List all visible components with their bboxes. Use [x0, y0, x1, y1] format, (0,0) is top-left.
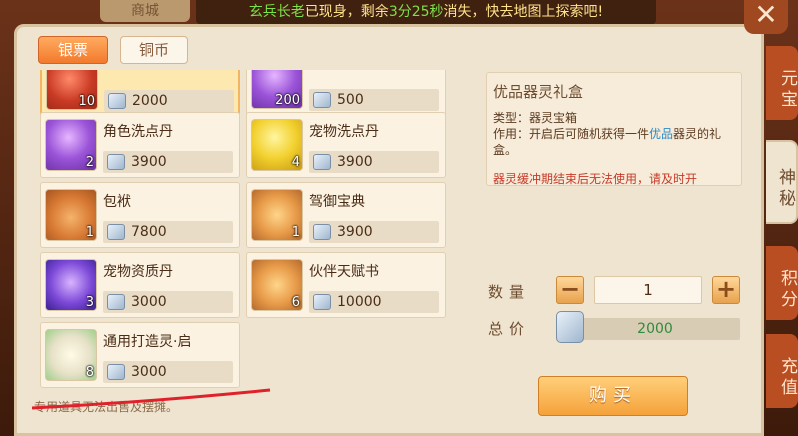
silver-note-icon — [556, 311, 584, 343]
list-item[interactable]: 3 宠物资质丹 3000 — [40, 252, 240, 318]
list-item[interactable]: 8 通用打造灵·启 3000 — [40, 322, 240, 388]
minus-icon: − — [559, 275, 581, 303]
bag-icon: 1 — [45, 189, 97, 241]
desc-highlight: 优品 — [649, 127, 674, 141]
decrease-quantity-button[interactable]: − — [556, 276, 584, 304]
side-tab-shenmi[interactable]: 神秘 — [766, 140, 798, 224]
item-price: 2000 — [132, 93, 168, 109]
price-box: 3900 — [309, 221, 439, 243]
silver-note-icon — [107, 224, 125, 240]
item-price: 3000 — [131, 294, 167, 310]
item-name: 宠物洗点丹 — [309, 124, 379, 140]
price-box: 3000 — [103, 291, 233, 313]
item-name: 角色洗点丹 — [103, 124, 173, 140]
item-list[interactable]: 10 2000 200 500 2 角色洗点丹 3900 4 宠物洗点丹 390… — [38, 70, 466, 390]
price-box: 3000 — [103, 361, 233, 383]
purple-orb-icon: 2 — [45, 119, 97, 171]
buy-button[interactable]: 购买 — [538, 376, 688, 416]
list-item[interactable]: 10 2000 — [40, 70, 240, 116]
item-count: 2 — [85, 155, 94, 170]
item-price: 3900 — [337, 224, 373, 240]
close-button[interactable]: ✕ — [744, 0, 788, 34]
item-count: 6 — [291, 295, 300, 310]
silver-note-icon — [313, 224, 331, 240]
silver-note-icon — [107, 364, 125, 380]
total-price-box: 2000 — [570, 318, 740, 340]
window-title: 商城 — [100, 0, 190, 22]
item-price: 10000 — [337, 294, 382, 310]
silver-note-icon — [313, 294, 331, 310]
plus-icon: + — [715, 275, 737, 303]
book-icon: 1 — [251, 189, 303, 241]
notice-text-2: 消失，快去地图上探索吧! — [443, 4, 604, 20]
price-box: 2000 — [104, 90, 234, 112]
silver-note-icon — [107, 294, 125, 310]
item-name: 伙伴天赋书 — [309, 264, 379, 280]
item-count: 3 — [85, 295, 94, 310]
silver-note-icon — [107, 154, 125, 170]
tab-copper[interactable]: 铜币 — [120, 36, 188, 64]
list-item[interactable]: 1 包袱 7800 — [40, 182, 240, 248]
item-count: 1 — [85, 225, 94, 240]
total-price-label: 总价 — [488, 320, 531, 338]
talent-book-icon: 6 — [251, 259, 303, 311]
item-count: 4 — [291, 155, 300, 170]
item-count: 10 — [78, 94, 95, 109]
purple-crystal-orb-icon: 3 — [45, 259, 97, 311]
item-detail-panel: 优品器灵礼盒 类型：器灵宝箱 作用：开启后可随机获得一件优品器灵的礼盒。 器灵缓… — [486, 72, 742, 186]
item-name: 驾御宝典 — [309, 194, 365, 210]
quantity-label: 数量 — [488, 283, 531, 301]
price-box: 3900 — [103, 151, 233, 173]
silver-note-icon — [313, 154, 331, 170]
item-name: 通用打造灵·启 — [103, 334, 192, 350]
list-item[interactable]: 200 500 — [246, 70, 446, 116]
price-box: 500 — [309, 89, 439, 111]
side-tab-jifen[interactable]: 积分 — [766, 246, 798, 320]
red-underline-annotation — [31, 388, 271, 410]
item-count: 8 — [85, 365, 94, 380]
item-price: 500 — [337, 92, 364, 108]
detail-warning: 器灵缓冲期结束后无法使用，请及时开 — [493, 172, 698, 186]
tab-silver[interactable]: 银票 — [38, 36, 108, 64]
detail-title: 优品器灵礼盒 — [493, 83, 584, 101]
list-item[interactable]: 6 伙伴天赋书 10000 — [246, 252, 446, 318]
price-box: 3900 — [309, 151, 439, 173]
purple-potion-icon: 200 — [251, 70, 303, 109]
item-name: 宠物资质丹 — [103, 264, 173, 280]
item-price: 3000 — [131, 364, 167, 380]
side-tab-yuanbao[interactable]: 元宝 — [766, 46, 798, 120]
item-count: 1 — [291, 225, 300, 240]
detail-description: 作用：开启后可随机获得一件优品器灵的礼盒。 — [493, 126, 737, 158]
list-item[interactable]: 4 宠物洗点丹 3900 — [246, 112, 446, 178]
notice-bar: 玄兵长老已现身，剩余3分25秒消失，快去地图上探索吧! — [196, 0, 656, 24]
list-item[interactable]: 1 驾御宝典 3900 — [246, 182, 446, 248]
increase-quantity-button[interactable]: + — [712, 276, 740, 304]
close-icon: ✕ — [754, 0, 778, 31]
price-box: 10000 — [309, 291, 439, 313]
detail-type: 类型：器灵宝箱 — [493, 111, 578, 125]
item-price: 7800 — [131, 224, 167, 240]
desc-prefix: 作用：开启后可随机获得一件 — [493, 127, 650, 141]
item-count: 200 — [275, 93, 300, 108]
forge-scroll-icon: 8 — [45, 329, 97, 381]
item-name: 包袱 — [103, 194, 131, 210]
quantity-input[interactable]: 1 — [594, 276, 702, 304]
list-item[interactable]: 2 角色洗点丹 3900 — [40, 112, 240, 178]
silver-note-icon — [313, 92, 331, 108]
notice-npc: 玄兵长老 — [248, 4, 305, 20]
notice-text-1: 已现身，剩余 — [304, 4, 389, 20]
side-tab-chongzhi[interactable]: 充值 — [766, 334, 798, 408]
silver-note-icon — [108, 93, 126, 109]
item-price: 3900 — [337, 154, 373, 170]
price-box: 7800 — [103, 221, 233, 243]
red-gift-icon: 10 — [46, 70, 98, 110]
yellow-orb-icon: 4 — [251, 119, 303, 171]
item-price: 3900 — [131, 154, 167, 170]
notice-timer: 3分25秒 — [388, 4, 444, 20]
